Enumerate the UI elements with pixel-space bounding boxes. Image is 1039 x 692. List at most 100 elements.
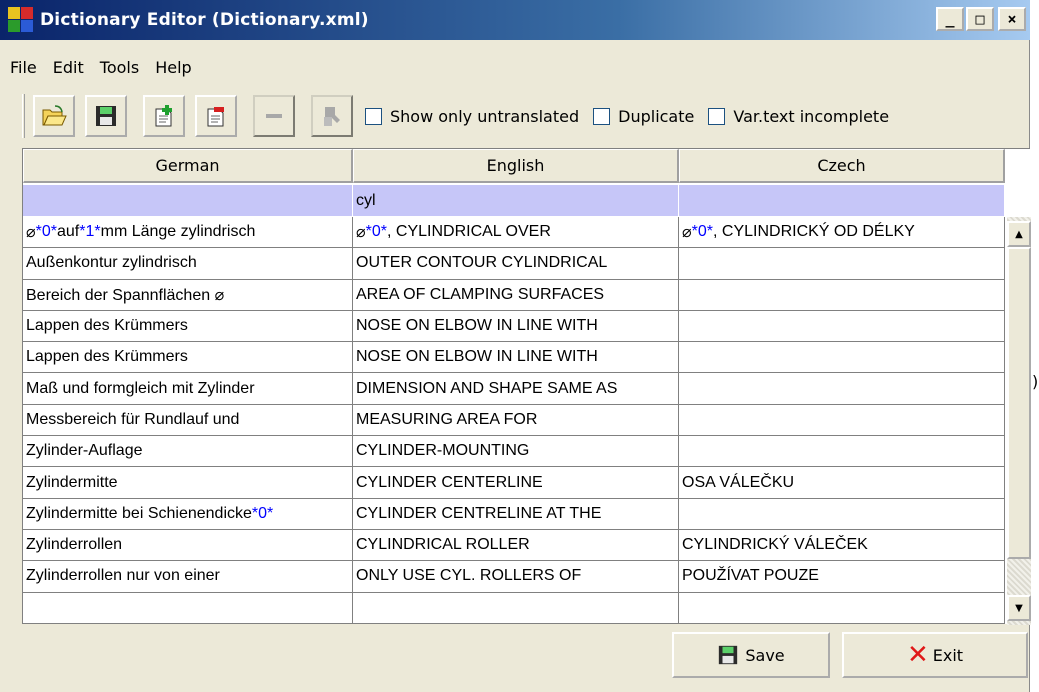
floppy-disk-icon <box>717 644 739 666</box>
checkbox-box[interactable] <box>593 107 611 125</box>
checkbox-box[interactable] <box>708 107 726 125</box>
menu-help[interactable]: Help <box>155 58 191 77</box>
table-cell[interactable]: NOSE ON ELBOW IN LINE WITH <box>353 342 679 374</box>
table-cell[interactable] <box>679 342 1005 374</box>
table-cell[interactable]: CYLINDER CENTERLINE <box>353 467 679 499</box>
app-icon <box>8 7 34 33</box>
table-cell[interactable]: ⌀ *0* auf *1* mm Länge zylindrisch <box>23 217 353 249</box>
table-cell[interactable]: Zylinderrollen <box>23 529 353 562</box>
table-cell[interactable] <box>679 373 1005 405</box>
table-cell[interactable] <box>679 436 1005 468</box>
table-cell[interactable]: OUTER CONTOUR CYLINDRICAL <box>353 248 679 280</box>
title-bar[interactable]: Dictionary Editor (Dictionary.xml) _ □ × <box>0 0 1030 40</box>
delete-entry-button[interactable] <box>195 95 237 137</box>
table-row[interactable] <box>23 592 1005 624</box>
table-cell[interactable] <box>679 498 1005 530</box>
table-row[interactable]: Außenkontur zylindrisch OUTER CONTOUR CYL… <box>23 248 1005 280</box>
table-cell[interactable]: AREA OF CLAMPING SURFACES <box>353 279 679 311</box>
table-row[interactable]: Lappen des Krümmers NOSE ON ELBOW IN LINE… <box>23 310 1005 343</box>
table-row[interactable]: ⌀ *0* auf *1* mm Länge zylindrisch ⌀ *0* … <box>23 217 1005 249</box>
table-cell[interactable] <box>23 592 353 624</box>
var-text-incomplete-checkbox[interactable]: Var.text incomplete <box>708 107 889 126</box>
table-cell[interactable] <box>679 592 1005 624</box>
dictionary-editor-window: Dictionary Editor (Dictionary.xml) _ □ ×… <box>0 0 1031 692</box>
table-row[interactable]: Zylindermitte CYLINDER CENTERLINE OSA VÁLE… <box>23 467 1005 499</box>
table-cell[interactable]: Messbereich für Rundlauf und <box>23 404 353 437</box>
table-row[interactable]: Zylinderrollen CYLINDRICAL ROLLER CYLINDRI… <box>23 529 1005 562</box>
table-row[interactable]: Maß und formgleich mit Zylinder DIMENSION… <box>23 373 1005 405</box>
table-cell[interactable]: Lappen des Krümmers <box>23 342 353 374</box>
table-cell[interactable] <box>353 592 679 624</box>
table-cell[interactable]: ONLY USE CYL. ROLLERS OF <box>353 561 679 593</box>
filter-input-german[interactable] <box>23 185 353 217</box>
table-cell[interactable]: DIMENSION AND SHAPE SAME AS <box>353 373 679 405</box>
duplicate-checkbox[interactable]: Duplicate <box>593 107 694 126</box>
table-cell[interactable] <box>679 248 1005 280</box>
table-row[interactable]: Bereich der Spannflächen ⌀ AREA OF CLAMPI… <box>23 279 1005 311</box>
add-entry-button[interactable] <box>143 95 185 137</box>
checkbox-box[interactable] <box>365 107 382 125</box>
arrow-down-icon: ▼ <box>1015 602 1023 614</box>
add-document-icon <box>155 105 172 127</box>
table-row[interactable]: Zylindermitte bei Schienendicke *0* CYLIN… <box>23 498 1005 530</box>
table-row[interactable]: Zylinder-Auflage CYLINDER-MOUNTING <box>23 436 1005 468</box>
table-cell[interactable]: ⌀ *0* , CYLINDRICAL OVER <box>353 217 679 249</box>
scrollbar-thumb[interactable] <box>1007 247 1031 559</box>
table-cell[interactable]: CYLINDRICAL ROLLER <box>353 529 679 562</box>
close-x-icon: ✕ <box>906 640 929 670</box>
open-folder-icon <box>42 105 67 126</box>
table-cell[interactable]: ⌀ *0* , CYLINDRICKÝ OD DÉLKY <box>679 217 1005 249</box>
table-body: ⌀ *0* auf *1* mm Länge zylindrisch ⌀ *0* … <box>23 217 1005 624</box>
table-row[interactable]: Messbereich für Rundlauf und MEASURING AR… <box>23 404 1005 437</box>
save-button[interactable]: Save <box>672 632 830 678</box>
save-label: Save <box>745 645 785 665</box>
show-untranslated-checkbox[interactable]: Show only untranslated <box>365 107 579 126</box>
tool-icon <box>324 107 340 126</box>
table-cell[interactable]: Zylinderrollen nur von einer <box>23 561 353 593</box>
table-cell[interactable] <box>679 279 1005 311</box>
close-button[interactable]: × <box>998 7 1026 31</box>
exit-button[interactable]: ✕ Exit <box>842 632 1028 678</box>
table-cell[interactable]: CYLINDER-MOUNTING <box>353 436 679 468</box>
maximize-button[interactable]: □ <box>966 7 994 31</box>
table-cell[interactable] <box>679 404 1005 437</box>
remove-button[interactable] <box>253 95 295 137</box>
table-cell[interactable]: Bereich der Spannflächen ⌀ <box>23 279 353 311</box>
table-cell[interactable]: CYLINDER CENTRELINE AT THE <box>353 498 679 530</box>
vertical-scrollbar[interactable]: ▲ ▼ <box>1007 217 1031 625</box>
table-cell[interactable] <box>679 310 1005 343</box>
toolbar-grip[interactable] <box>22 94 25 138</box>
menu-tools[interactable]: Tools <box>100 58 139 77</box>
column-header-english[interactable]: English <box>353 149 679 183</box>
minimize-button[interactable]: _ <box>936 7 964 31</box>
arrow-up-icon: ▲ <box>1015 228 1023 240</box>
column-header-german[interactable]: German <box>23 149 353 183</box>
table-cell[interactable]: Zylinder-Auflage <box>23 436 353 468</box>
table-cell[interactable]: Zylindermitte bei Schienendicke *0* <box>23 498 353 530</box>
table-header: German English Czech <box>23 149 1005 183</box>
checkbox-label: Show only untranslated <box>390 106 580 126</box>
scroll-down-button[interactable]: ▼ <box>1007 595 1031 621</box>
checkbox-label: Duplicate <box>618 106 695 126</box>
column-header-czech[interactable]: Czech <box>679 149 1005 183</box>
table-cell[interactable]: MEASURING AREA FOR <box>353 404 679 437</box>
table-cell[interactable]: Maß und formgleich mit Zylinder <box>23 373 353 405</box>
table-cell[interactable]: Außenkontur zylindrisch <box>23 248 353 280</box>
table-cell[interactable]: NOSE ON ELBOW IN LINE WITH <box>353 310 679 343</box>
table-row[interactable]: Lappen des Krümmers NOSE ON ELBOW IN LINE… <box>23 342 1005 374</box>
table-cell[interactable]: OSA VÁLEČKU <box>679 467 1005 499</box>
menu-edit[interactable]: Edit <box>53 58 84 77</box>
remove-document-icon <box>207 107 224 127</box>
scroll-up-button[interactable]: ▲ <box>1007 221 1031 247</box>
table-cell[interactable]: Zylindermitte <box>23 467 353 499</box>
open-button[interactable] <box>33 95 75 137</box>
menu-file[interactable]: File <box>10 58 37 77</box>
table-cell[interactable]: POUŽÍVAT POUZE <box>679 561 1005 593</box>
table-cell[interactable]: Lappen des Krümmers <box>23 310 353 343</box>
save-toolbar-button[interactable] <box>85 95 127 137</box>
table-row[interactable]: Zylinderrollen nur von einer ONLY USE CYL… <box>23 561 1005 593</box>
filter-input-english[interactable]: cyl <box>353 185 679 217</box>
table-cell[interactable]: CYLINDRICKÝ VÁLEČEK <box>679 529 1005 562</box>
filter-input-czech[interactable] <box>679 185 1005 217</box>
tool-button[interactable] <box>311 95 353 137</box>
